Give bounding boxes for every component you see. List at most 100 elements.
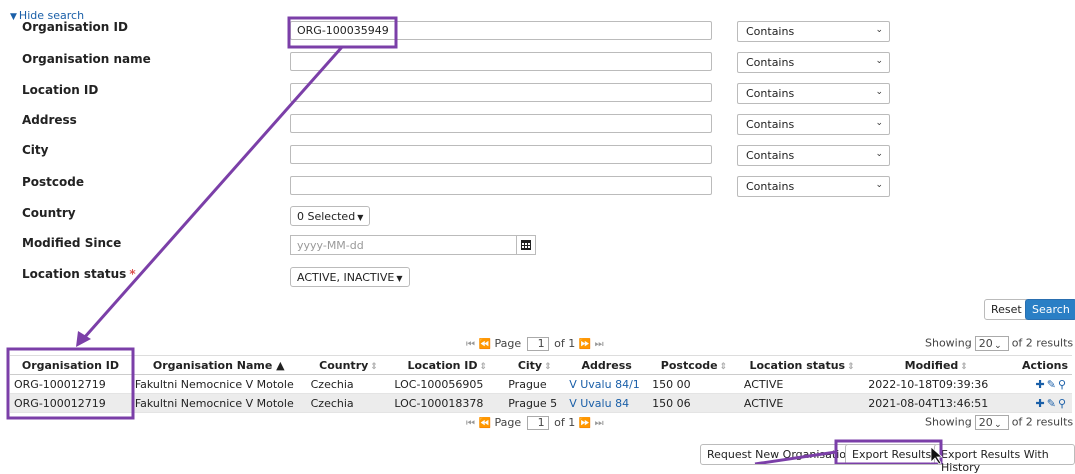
- sort-icon: ⇕: [370, 361, 378, 372]
- view-icon[interactable]: ⚲: [1058, 378, 1068, 391]
- org-name-operator-select[interactable]: Contains ⌄: [737, 52, 890, 73]
- address-operator-select[interactable]: Contains ⌄: [737, 114, 890, 135]
- chevron-down-icon: ⌄: [875, 87, 883, 97]
- col-postcode[interactable]: Postcode ⇕: [648, 355, 740, 375]
- col-modified[interactable]: Modified ⇕: [864, 355, 1009, 375]
- page-size-select[interactable]: 20 ⌄: [974, 336, 1009, 351]
- first-page-icon[interactable]: ⏮: [466, 339, 475, 350]
- city-input[interactable]: [290, 145, 712, 164]
- page-size-select[interactable]: 20 ⌄: [974, 415, 1009, 430]
- country-label: Country: [22, 206, 76, 220]
- col-actions: Actions: [1008, 355, 1072, 375]
- cell-country: Czechia: [306, 374, 391, 394]
- pager-bottom: ⏮ ⏪ Page 1 of 1 ⏩ ⏭: [466, 416, 604, 430]
- cell-modified: 2021-08-04T13:46:51: [864, 393, 1009, 413]
- cell-country: Czechia: [306, 393, 391, 413]
- next-page-icon[interactable]: ⏩: [579, 418, 591, 429]
- postcode-operator-select[interactable]: Contains ⌄: [737, 176, 890, 197]
- add-icon[interactable]: ✚: [1036, 397, 1047, 410]
- country-multiselect[interactable]: 0 Selected ▼: [290, 206, 371, 226]
- cell-org-name: Fakultni Nemocnice V Motole: [130, 393, 307, 413]
- edit-icon[interactable]: ✎: [1047, 378, 1058, 391]
- postcode-input[interactable]: [290, 176, 712, 195]
- sort-icon: ⇕: [544, 361, 552, 372]
- location-id-label: Location ID: [22, 83, 99, 97]
- postcode-label: Postcode: [22, 175, 85, 189]
- cell-city: Prague: [504, 374, 566, 394]
- export-results-with-history-button[interactable]: Export Results With History: [934, 444, 1075, 474]
- chevron-down-icon: ⌄: [875, 25, 883, 35]
- annotation-arrowhead: [76, 331, 91, 347]
- cell-modified: 2022-10-18T09:39:36: [864, 374, 1009, 394]
- next-page-icon[interactable]: ⏩: [579, 339, 591, 350]
- last-page-icon[interactable]: ⏭: [595, 339, 604, 350]
- location-id-input[interactable]: [290, 83, 712, 102]
- add-icon[interactable]: ✚: [1036, 378, 1047, 391]
- location-status-label: Location status *: [22, 267, 136, 281]
- col-location-status[interactable]: Location status ⇕: [739, 355, 865, 375]
- pager-top: ⏮ ⏪ Page 1 of 1 ⏩ ⏭: [466, 337, 604, 351]
- calendar-button[interactable]: [516, 235, 536, 255]
- prev-page-icon[interactable]: ⏪: [479, 418, 491, 429]
- sort-icon: ⇕: [847, 361, 855, 372]
- col-address[interactable]: Address: [565, 355, 649, 375]
- chevron-down-icon: ⌄: [875, 56, 883, 66]
- chevron-down-icon: ⌄: [875, 180, 883, 190]
- calendar-icon: [521, 240, 531, 250]
- address-input[interactable]: [290, 114, 712, 133]
- location-id-operator-select[interactable]: Contains ⌄: [737, 83, 890, 104]
- export-results-button[interactable]: Export Results: [845, 444, 939, 465]
- cell-address-link[interactable]: V Uvalu 84: [565, 393, 649, 413]
- cell-org-id: ORG-100012719: [10, 393, 131, 413]
- prev-page-icon[interactable]: ⏪: [479, 339, 491, 350]
- reset-button[interactable]: Reset: [984, 299, 1029, 320]
- caret-down-icon: ▼: [10, 12, 17, 22]
- chevron-down-icon: ⌄: [875, 149, 883, 159]
- col-location-id[interactable]: Location ID ⇕: [390, 355, 505, 375]
- table-row: ORG-100012719 Fakultni Nemocnice V Motol…: [10, 393, 1072, 413]
- col-org-name[interactable]: Organisation Name ▲: [130, 355, 307, 375]
- sort-icon: ⇕: [960, 361, 968, 372]
- location-status-multiselect[interactable]: ACTIVE, INACTIVE ▼: [290, 267, 410, 287]
- cell-actions: ✚✎⚲: [1008, 393, 1072, 413]
- table-row: ORG-100012719 Fakultni Nemocnice V Motol…: [10, 374, 1072, 394]
- request-new-organisation-button[interactable]: Request New Organisation: [700, 444, 860, 465]
- caret-down-icon: ▼: [357, 213, 364, 222]
- chevron-down-icon: ⌄: [994, 341, 1002, 351]
- sort-icon: ⇕: [719, 361, 728, 372]
- chevron-down-icon: ⌄: [994, 420, 1002, 430]
- cell-postcode: 150 00: [648, 374, 740, 394]
- cell-actions: ✚✎⚲: [1008, 374, 1072, 394]
- city-operator-select[interactable]: Contains ⌄: [737, 145, 890, 166]
- sort-icon: ⇕: [479, 361, 488, 372]
- col-country[interactable]: Country ⇕: [306, 355, 391, 375]
- cell-location-status: ACTIVE: [739, 393, 865, 413]
- chevron-down-icon: ⌄: [875, 118, 883, 128]
- caret-down-icon: ▼: [396, 274, 403, 283]
- cell-location-id: LOC-100018378: [390, 393, 505, 413]
- modified-since-label: Modified Since: [22, 236, 122, 250]
- first-page-icon[interactable]: ⏮: [466, 418, 475, 429]
- required-marker: *: [129, 267, 136, 281]
- showing-top: Showing 20 ⌄ of 2 results: [925, 336, 1074, 351]
- org-id-operator-select[interactable]: Contains ⌄: [737, 21, 890, 42]
- cell-org-id: ORG-100012719: [10, 374, 131, 394]
- results-table: Organisation ID Organisation Name ▲ Coun…: [10, 355, 1072, 413]
- search-button[interactable]: Search: [1025, 299, 1075, 320]
- edit-icon[interactable]: ✎: [1047, 397, 1058, 410]
- col-city[interactable]: City ⇕: [504, 355, 566, 375]
- cell-address-link[interactable]: V Uvalu 84/1: [565, 374, 649, 394]
- org-id-input[interactable]: ORG-100035949: [290, 21, 712, 40]
- cell-org-name: Fakultni Nemocnice V Motole: [130, 374, 307, 394]
- last-page-icon[interactable]: ⏭: [595, 418, 604, 429]
- cell-location-status: ACTIVE: [739, 374, 865, 394]
- page-number-input[interactable]: 1: [526, 416, 549, 430]
- modified-since-input[interactable]: yyyy-MM-dd: [290, 235, 517, 255]
- page-number-input[interactable]: 1: [526, 337, 549, 351]
- org-name-input[interactable]: [290, 52, 712, 71]
- cell-location-id: LOC-100056905: [390, 374, 505, 394]
- view-icon[interactable]: ⚲: [1058, 397, 1068, 410]
- address-label: Address: [22, 113, 77, 127]
- cell-city: Prague 5: [504, 393, 566, 413]
- col-org-id[interactable]: Organisation ID: [10, 355, 131, 375]
